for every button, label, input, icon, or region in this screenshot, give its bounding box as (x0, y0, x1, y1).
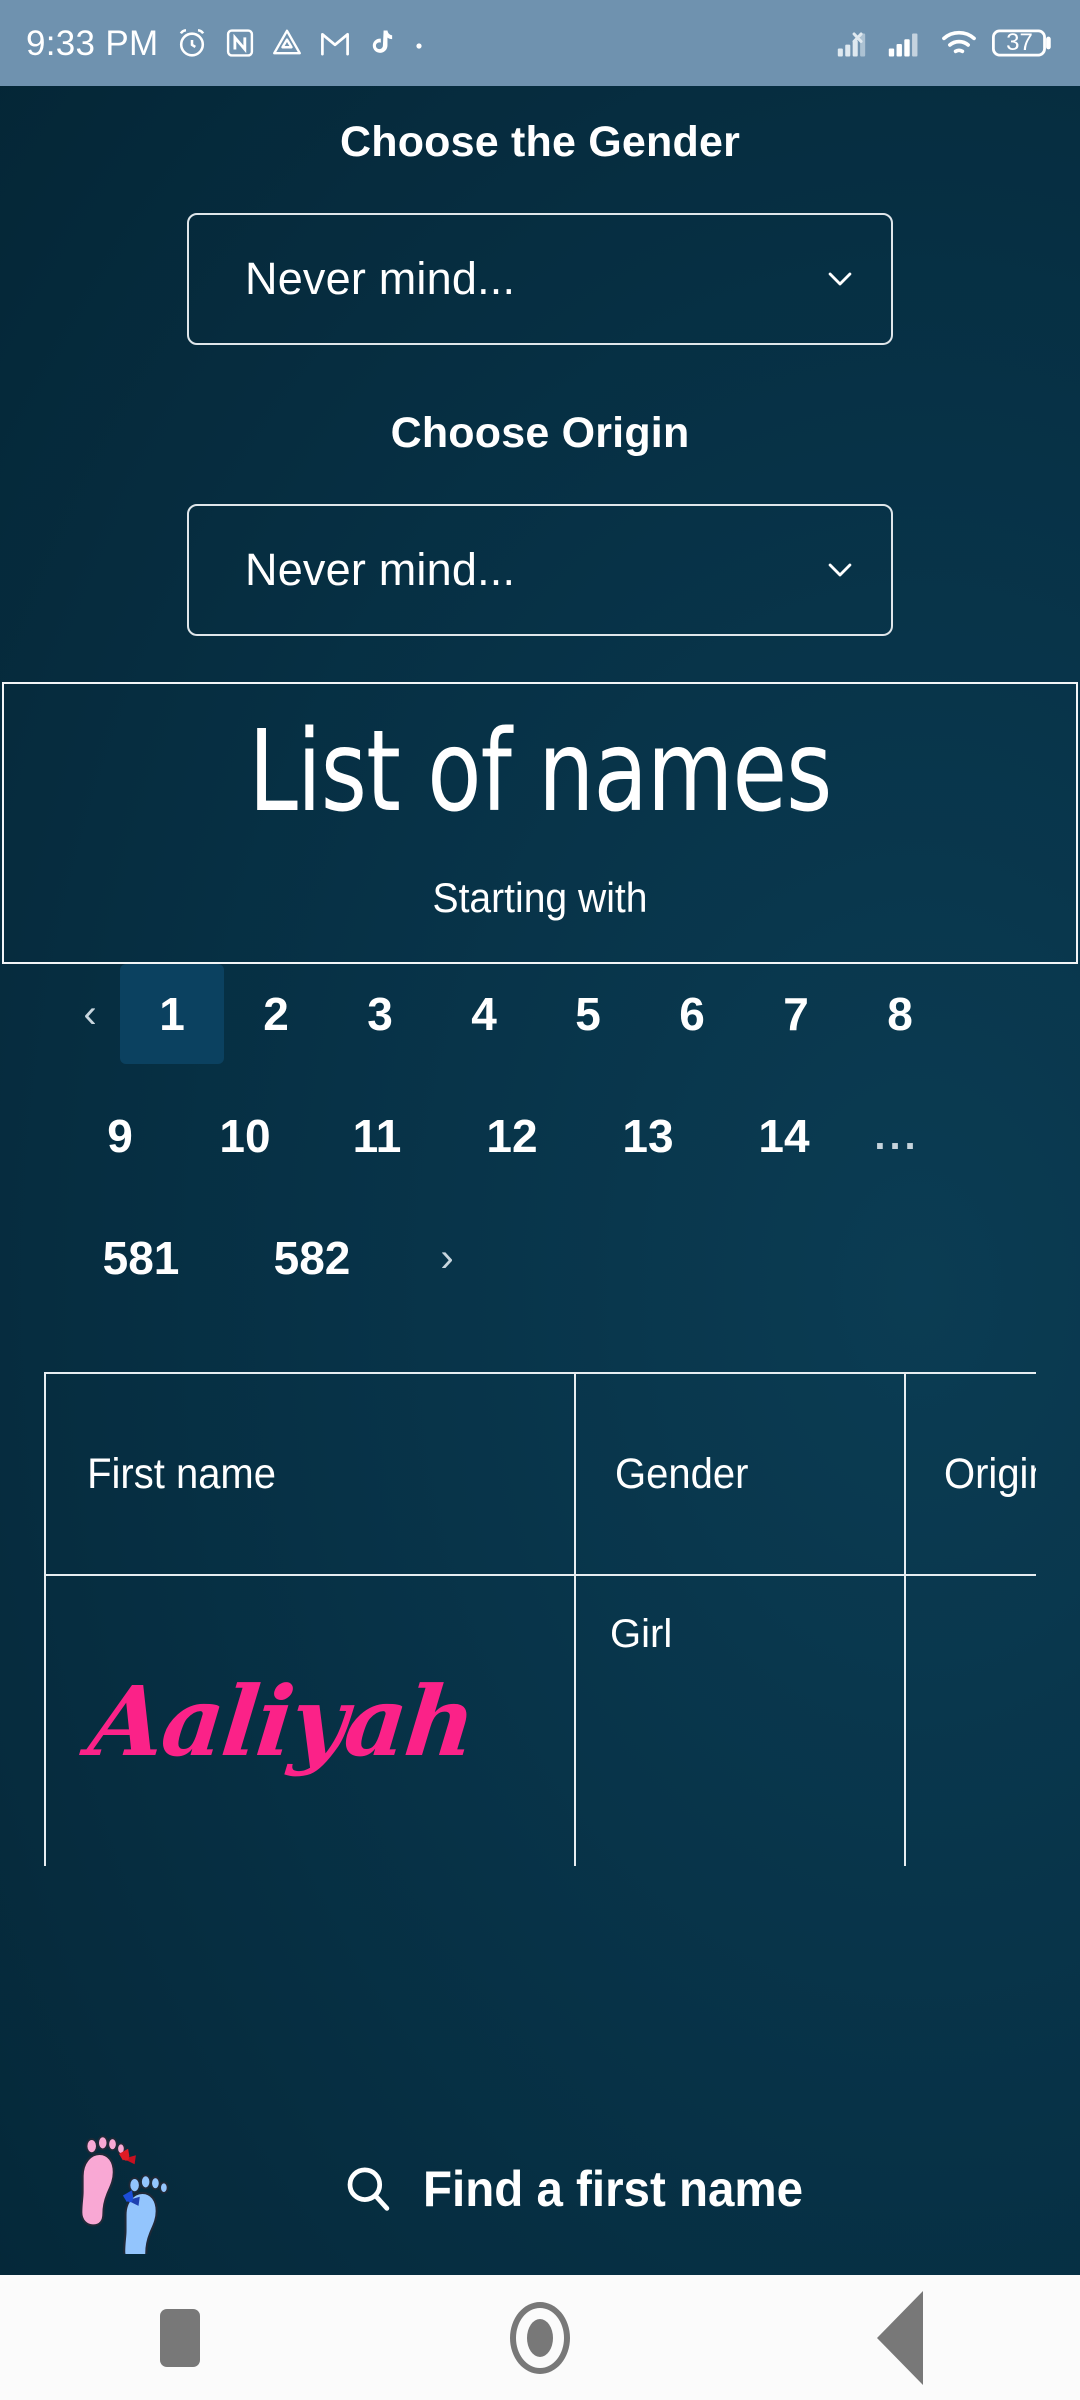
page-subtitle: Starting with (432, 874, 648, 921)
signal-no-service-icon (837, 32, 866, 57)
pagination-page-12[interactable]: 12 (444, 1086, 580, 1186)
list-of-names-panel: List of names Starting with (2, 682, 1078, 964)
table-header-first-name: First name (46, 1374, 576, 1574)
origin-select[interactable]: Never mind... (187, 504, 893, 636)
table-row[interactable]: Aaliyah Girl (46, 1576, 1036, 1866)
gender-value: Girl (610, 1612, 673, 1656)
pagination-row-1: ‹ 1 2 3 4 5 6 7 8 (60, 964, 1020, 1064)
pagination-page-581[interactable]: 581 (60, 1208, 222, 1308)
pagination-row-3: 581 582 › (60, 1208, 1020, 1308)
recents-icon (160, 2308, 200, 2367)
table-cell-origin (906, 1576, 1036, 1866)
nfc-icon (227, 29, 254, 57)
status-clock: 9:33 PM (26, 23, 159, 63)
table-header-gender-label: Gender (615, 1449, 749, 1498)
chevron-down-icon (828, 563, 852, 577)
pagination-page-10[interactable]: 10 (180, 1086, 310, 1186)
pagination-page-1[interactable]: 1 (120, 964, 224, 1064)
pagination-page-5[interactable]: 5 (536, 964, 640, 1064)
recents-button[interactable] (100, 2275, 260, 2400)
table-header-first-name-label: First name (87, 1449, 277, 1498)
origin-label: Choose Origin (390, 409, 690, 457)
baby-footprints-logo-icon (80, 2135, 169, 2254)
home-icon (510, 2301, 570, 2374)
pagination-page-582[interactable]: 582 (222, 1208, 402, 1308)
back-button[interactable] (820, 2275, 980, 2400)
pagination-page-7[interactable]: 7 (744, 964, 848, 1064)
status-bar: 9:33 PM 37 (0, 0, 1080, 86)
pagination-page-14[interactable]: 14 (716, 1086, 852, 1186)
alarm-icon (180, 28, 205, 57)
pagination-page-11[interactable]: 11 (310, 1086, 444, 1186)
first-name-value: Aaliyah (84, 1664, 480, 1778)
find-name-button[interactable]: Find a first name (184, 2160, 970, 2218)
pagination-page-13[interactable]: 13 (580, 1086, 716, 1186)
pagination-page-9[interactable]: 9 (60, 1086, 180, 1186)
battery-percent: 37 (1006, 29, 1033, 56)
back-icon (877, 2290, 923, 2385)
gender-select-value: Never mind... (245, 253, 516, 304)
phone-screen: 9:33 PM 37 Choose the Gender Never mind.… (0, 0, 1080, 2400)
app-content: Choose the Gender Never mind... Choose O… (0, 86, 1080, 2275)
table-header-origin: Origin (906, 1374, 1036, 1574)
names-table: First name Gender Origin Aaliyah Girl (44, 1372, 1036, 1866)
dot-icon (416, 43, 423, 49)
system-nav-bar (0, 2275, 1080, 2400)
pagination-prev[interactable]: ‹ (60, 964, 120, 1064)
page-title: List of names (248, 707, 833, 837)
drive-icon (273, 29, 302, 55)
chevron-down-icon (828, 272, 852, 286)
table-header-row: First name Gender Origin (46, 1374, 1036, 1576)
tiktok-icon (373, 30, 393, 53)
pagination-page-6[interactable]: 6 (640, 964, 744, 1064)
pagination-page-4[interactable]: 4 (432, 964, 536, 1064)
signal-bars-icon (888, 33, 918, 57)
pagination-page-3[interactable]: 3 (328, 964, 432, 1064)
gender-label: Choose the Gender (339, 118, 741, 166)
gender-select[interactable]: Never mind... (187, 213, 893, 345)
pagination: ‹ 1 2 3 4 5 6 7 8 9 10 11 12 13 14 ... 5… (0, 964, 1080, 1308)
origin-select-value: Never mind... (245, 544, 516, 595)
search-icon (347, 2167, 390, 2211)
status-bar-right: 37 (837, 27, 1054, 59)
find-name-bar[interactable]: Find a first name (0, 2103, 1080, 2275)
names-table-inner: First name Gender Origin Aaliyah Girl (46, 1374, 1036, 1866)
pagination-ellipsis: ... (874, 1113, 920, 1158)
wifi-icon (942, 30, 976, 54)
gmail-icon (321, 32, 350, 56)
pagination-row-2: 9 10 11 12 13 14 ... (60, 1086, 1020, 1186)
home-button[interactable] (460, 2275, 620, 2400)
pagination-next[interactable]: › (402, 1208, 492, 1308)
pagination-page-8[interactable]: 8 (848, 964, 952, 1064)
table-cell-first-name[interactable]: Aaliyah (46, 1576, 576, 1866)
status-bar-left: 9:33 PM (26, 25, 427, 61)
table-header-gender: Gender (576, 1374, 906, 1574)
table-cell-gender: Girl (576, 1576, 906, 1866)
battery-icon: 37 (992, 27, 1054, 59)
find-name-label: Find a first name (422, 2161, 804, 2217)
pagination-page-2[interactable]: 2 (224, 964, 328, 1064)
table-header-origin-label: Origin (944, 1449, 1036, 1498)
